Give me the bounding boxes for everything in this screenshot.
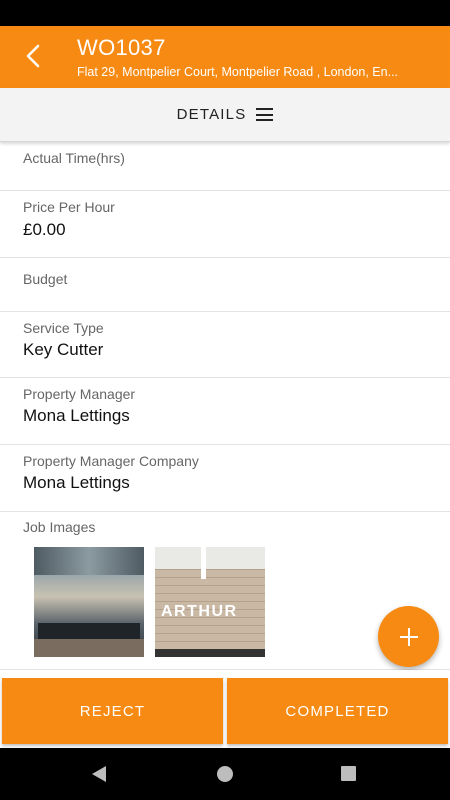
work-order-address: Flat 29, Montpelier Court, Montpelier Ro…	[77, 65, 399, 79]
back-arrow-icon[interactable]	[20, 42, 48, 70]
work-order-title: WO1037	[77, 35, 166, 60]
field-actual-time: Actual Time(hrs)	[0, 143, 450, 191]
field-label: Job Images	[23, 519, 96, 535]
nav-recent-apps-icon[interactable]	[341, 766, 356, 781]
plus-icon	[399, 627, 418, 646]
field-value: Key Cutter	[23, 340, 104, 359]
add-button[interactable]	[378, 606, 439, 667]
status-bar	[0, 0, 450, 26]
field-value: Mona Lettings	[23, 406, 130, 425]
app-bar: WO1037 Flat 29, Montpelier Court, Montpe…	[0, 26, 450, 88]
completed-button[interactable]: COMPLETED	[227, 678, 448, 744]
reject-button[interactable]: REJECT	[2, 678, 223, 744]
system-navigation-bar	[0, 748, 450, 800]
field-label: Price Per Hour	[23, 199, 115, 215]
field-label: Actual Time(hrs)	[23, 150, 125, 166]
details-menu-bar[interactable]: DETAILS	[0, 88, 450, 142]
nav-back-icon[interactable]	[92, 766, 106, 782]
action-bar: REJECT COMPLETED	[0, 670, 450, 748]
field-price-per-hour: Price Per Hour £0.00	[0, 191, 450, 258]
field-label: Property Manager Company	[23, 453, 199, 469]
nav-home-icon[interactable]	[217, 766, 233, 782]
field-label: Property Manager	[23, 386, 136, 402]
job-images-gallery: ARTHUR	[34, 547, 265, 657]
field-budget: Budget	[0, 258, 450, 312]
job-image-thumbnail[interactable]: ARTHUR	[155, 547, 265, 657]
field-property-manager-company: Property Manager Company Mona Lettings	[0, 445, 450, 512]
arthur-logo: ARTHUR	[161, 603, 238, 620]
details-label: DETAILS	[176, 106, 247, 123]
field-service-type: Service Type Key Cutter	[0, 312, 450, 378]
field-value: Mona Lettings	[23, 473, 130, 492]
menu-icon	[256, 108, 274, 121]
field-property-manager: Property Manager Mona Lettings	[0, 378, 450, 445]
field-label: Service Type	[23, 320, 104, 336]
field-label: Budget	[23, 271, 68, 287]
field-value: £0.00	[23, 220, 66, 239]
job-image-thumbnail[interactable]	[34, 547, 144, 657]
